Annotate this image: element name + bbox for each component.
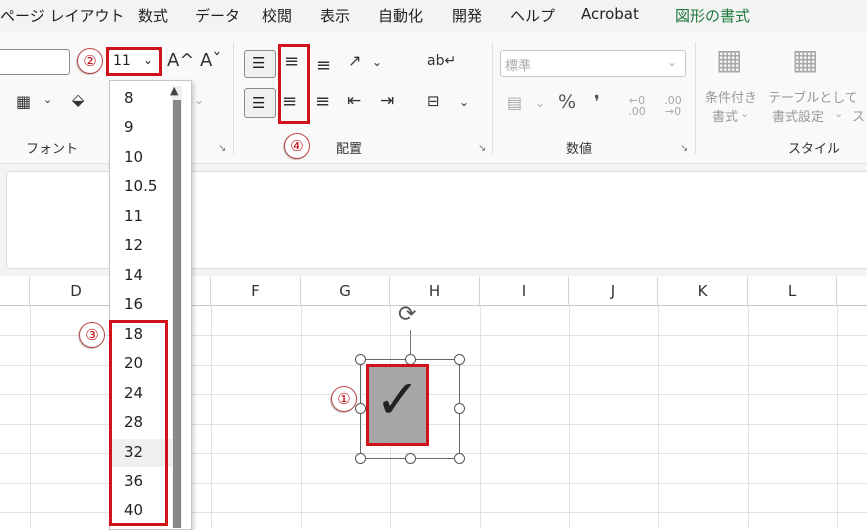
rotate-handle-icon[interactable]: ⟳	[398, 302, 416, 327]
wrap-text-icon[interactable]: ab↵	[427, 54, 456, 68]
align-top-button[interactable]: ☰	[244, 50, 276, 78]
column-line	[301, 306, 302, 528]
chevron-down-icon: ⌄	[834, 107, 844, 120]
resize-handle-bottom-left[interactable]	[355, 453, 366, 464]
menu-shape-format[interactable]: 図形の書式	[675, 5, 750, 26]
resize-handle-bottom[interactable]	[405, 453, 416, 464]
font-color-icon[interactable]: ⌄	[194, 94, 204, 106]
orientation-icon[interactable]: ↗	[348, 53, 361, 69]
column-line	[480, 306, 481, 528]
align-bottom-icon[interactable]: ≡	[316, 57, 331, 75]
chevron-down-icon: ⌄	[740, 107, 750, 120]
column-header-g[interactable]: G	[301, 277, 390, 306]
cell-styles-label[interactable]: ス	[852, 106, 865, 125]
conditional-formatting-label-2: 書式	[712, 110, 739, 125]
chevron-down-icon[interactable]: ⌄	[535, 97, 545, 109]
chevron-down-icon[interactable]: ⌄	[372, 56, 382, 68]
highlight-align-middle	[278, 44, 310, 124]
accounting-format-icon[interactable]: ▤	[507, 95, 522, 111]
resize-handle-top-right[interactable]	[454, 354, 465, 365]
group-separator	[695, 42, 696, 154]
font-size-option[interactable]: 10	[124, 148, 143, 166]
percent-style-icon[interactable]: %	[558, 93, 576, 112]
callout-two: ②	[77, 48, 103, 74]
resize-handle-top-left[interactable]	[355, 354, 366, 365]
highlight-large-sizes	[109, 320, 168, 526]
column-line	[30, 306, 31, 528]
column-header-f[interactable]: F	[211, 277, 301, 306]
merge-center-icon[interactable]: ⊟	[427, 94, 440, 109]
column-line	[748, 306, 749, 528]
menu-page-layout[interactable]: ページ レイアウト	[0, 5, 124, 26]
column-line	[569, 306, 570, 528]
chevron-down-icon[interactable]: ⌄	[43, 94, 52, 105]
callout-four: ④	[284, 133, 310, 159]
dropdown-scroll-thumb[interactable]	[173, 100, 181, 528]
highlight-checkmark-shape	[366, 364, 429, 446]
decrease-indent-icon[interactable]: ⇤	[347, 93, 361, 110]
number-dialog-launcher-icon[interactable]: ↘	[680, 143, 688, 154]
number-format-select[interactable]: 標準 ⌄	[500, 50, 686, 77]
column-header-m[interactable]	[837, 277, 867, 306]
callout-three: ③	[79, 322, 105, 348]
menu-bar: ページ レイアウト 数式 データ 校閲 表示 自動化 開発 ヘルプ Acroba…	[0, 0, 867, 32]
font-dialog-launcher-icon[interactable]: ↘	[218, 143, 226, 154]
group-separator	[233, 42, 234, 154]
increase-decimal-icon[interactable]: ←0 .00	[623, 95, 651, 117]
align-right-icon[interactable]: ≡	[315, 93, 330, 111]
column-header-l[interactable]: L	[748, 277, 837, 306]
resize-handle-bottom-right[interactable]	[454, 453, 465, 464]
alignment-dialog-launcher-icon[interactable]: ↘	[478, 143, 486, 154]
fill-color-icon[interactable]: ⬙	[72, 92, 84, 108]
column-header-j[interactable]: J	[569, 277, 658, 306]
font-size-option[interactable]: 11	[124, 207, 143, 225]
font-group-label: フォント	[26, 142, 79, 157]
column-header-blank[interactable]	[0, 277, 30, 306]
decrease-decimal-icon[interactable]: .00 →0	[659, 95, 687, 117]
conditional-formatting-label-1: 条件付き	[705, 91, 758, 106]
number-group-label: 数値	[566, 142, 593, 157]
font-size-option[interactable]: 14	[124, 266, 143, 284]
align-left-button[interactable]: ☰	[244, 88, 276, 118]
scroll-up-arrow-icon[interactable]: ▲	[170, 84, 178, 97]
font-size-option[interactable]: 12	[124, 236, 143, 254]
alignment-group-label: 配置	[336, 142, 363, 157]
border-icon[interactable]: ▦	[16, 94, 31, 110]
number-format-value: 標準	[505, 59, 532, 74]
format-as-table-label-1: テーブルとして	[768, 91, 858, 106]
conditional-formatting-icon[interactable]: ▦	[716, 46, 742, 74]
menu-formulas[interactable]: 数式	[138, 5, 168, 26]
group-separator	[492, 42, 493, 154]
format-as-table-label-2: 書式設定	[772, 110, 825, 125]
resize-handle-left[interactable]	[355, 403, 366, 414]
menu-automate[interactable]: 自動化	[378, 5, 423, 26]
menu-acrobat[interactable]: Acrobat	[581, 5, 639, 23]
menu-view[interactable]: 表示	[320, 5, 350, 26]
comma-style-icon[interactable]: ❜	[594, 94, 600, 112]
font-size-option[interactable]: 16	[124, 295, 143, 313]
shrink-font-icon[interactable]: Aˇ	[200, 52, 221, 70]
chevron-down-icon[interactable]: ⌄	[459, 96, 469, 108]
font-size-option[interactable]: 9	[124, 118, 134, 136]
column-line	[658, 306, 659, 528]
callout-one: ①	[331, 386, 357, 412]
resize-handle-right[interactable]	[454, 403, 465, 414]
format-as-table-icon[interactable]: ▦	[792, 46, 818, 74]
column-header-k[interactable]: K	[658, 277, 748, 306]
column-header-i[interactable]: I	[480, 277, 569, 306]
font-size-option[interactable]: 8	[124, 89, 134, 107]
chevron-down-icon: ⌄	[667, 55, 678, 69]
column-line	[837, 306, 838, 528]
menu-developer[interactable]: 開発	[452, 5, 482, 26]
font-size-option[interactable]: 10.5	[124, 177, 157, 195]
styles-group-label: スタイル	[788, 142, 841, 157]
column-line	[211, 306, 212, 528]
increase-indent-icon[interactable]: ⇥	[380, 93, 394, 110]
grow-font-icon[interactable]: A^	[167, 52, 194, 70]
menu-review[interactable]: 校閲	[262, 5, 292, 26]
menu-help[interactable]: ヘルプ	[510, 5, 555, 26]
menu-data[interactable]: データ	[195, 5, 240, 26]
font-name-box[interactable]	[0, 49, 70, 75]
highlight-font-size-box	[106, 47, 162, 76]
